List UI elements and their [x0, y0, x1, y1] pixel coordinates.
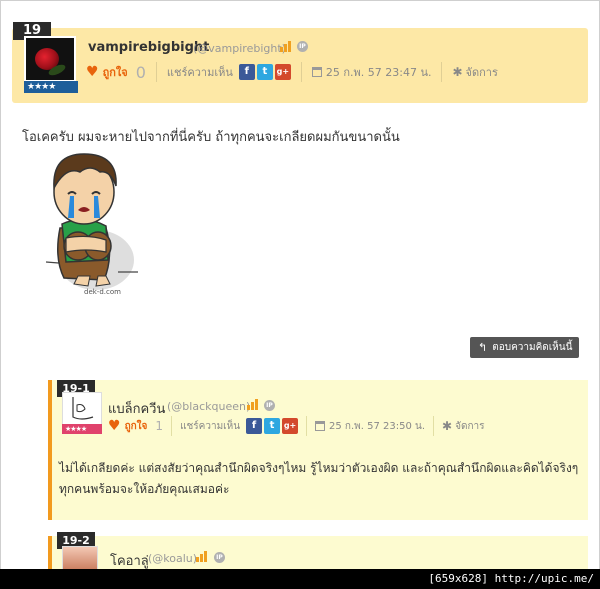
manage-link[interactable]: จัดการ [455, 419, 484, 434]
divider [433, 416, 435, 436]
twitter-share-icon[interactable]: t [256, 64, 273, 80]
like-count: 0 [135, 62, 146, 82]
share-label: แชร์ความเห็น [180, 420, 241, 432]
google-plus-share-icon[interactable]: g+ [274, 64, 291, 80]
reply-button-label: ตอบความคิดเห็นนี้ [492, 342, 573, 353]
like-button[interactable]: ถูกใจ [125, 419, 148, 434]
image-host-footer: [659x628] http://upic.me/ [0, 569, 600, 589]
image-caption: dek-d.com [84, 288, 121, 296]
gear-icon[interactable]: ✱ [442, 419, 452, 433]
comment-handle[interactable]: (@vampirebight) [193, 42, 286, 55]
user-rank-stars: ★★★★ [62, 424, 102, 434]
comment-action-row: ♥ ถูกใจ 0 แชร์ความเห็น f t g+ 25 ก.พ. 57… [86, 62, 498, 82]
ip-icon[interactable]: IP [297, 41, 308, 52]
reply-body: ไม่ได้เกลียดค่ะ แต่สงสัยว่าคุณสำนึกผิดจร… [59, 461, 579, 496]
twitter-share-icon[interactable]: t [264, 418, 281, 434]
avatar-sketch-icon [72, 397, 94, 420]
reply-arrow-icon: ↰ [478, 341, 488, 354]
facebook-share-icon[interactable]: f [246, 418, 263, 434]
share-label: แชร์ความเห็น [166, 66, 233, 79]
calendar-icon [311, 67, 322, 77]
reply-action-row: ♥ ถูกใจ 1 แชร์ความเห็น f t g+ 25 ก.พ. 57… [108, 416, 485, 436]
stats-chart-icon[interactable] [280, 41, 292, 52]
heart-icon[interactable]: ♥ [86, 64, 99, 80]
stats-chart-icon[interactable] [247, 399, 259, 410]
gear-icon[interactable]: ✱ [452, 65, 462, 79]
image-host-text: [659x628] http://upic.me/ [428, 572, 594, 585]
divider [306, 416, 308, 436]
reply-username[interactable]: โคอาลู่ [110, 550, 149, 571]
divider [300, 62, 302, 82]
stats-chart-icon[interactable] [196, 551, 208, 562]
ip-icon[interactable]: IP [264, 400, 275, 411]
calendar-icon [315, 421, 326, 431]
like-count: 1 [155, 419, 164, 433]
google-plus-share-icon[interactable]: g+ [282, 418, 299, 434]
divider [155, 62, 157, 82]
divider [441, 62, 443, 82]
reply-timestamp: 25 ก.พ. 57 23:50 น. [329, 420, 426, 432]
crying-cartoon-image: dek-d.com [45, 153, 138, 296]
ip-icon[interactable]: IP [214, 552, 225, 563]
divider [171, 416, 173, 436]
avatar[interactable] [62, 392, 102, 425]
star-icon: ★★★★ [65, 425, 87, 433]
avatar[interactable] [24, 36, 76, 82]
comment-timestamp: 25 ก.พ. 57 23:47 น. [325, 66, 432, 79]
manage-link[interactable]: จัดการ [466, 63, 498, 81]
user-rank-stars: ★★★★ [24, 81, 78, 93]
reply-handle[interactable]: (@koalu) [148, 552, 197, 565]
star-icon: ★★★★ [27, 82, 56, 92]
reply-handle[interactable]: (@blackqueen) [167, 400, 250, 413]
reply-button[interactable]: ↰ ตอบความคิดเห็นนี้ [470, 337, 579, 358]
like-button[interactable]: ถูกใจ [103, 63, 128, 81]
comment-body: โอเคครับ ผมจะหายไปจากที่นี่ครับ ถ้าทุกคน… [22, 130, 400, 145]
facebook-share-icon[interactable]: f [238, 64, 255, 80]
heart-icon[interactable]: ♥ [108, 418, 121, 434]
comment-username[interactable]: vampirebigbight [88, 40, 209, 55]
